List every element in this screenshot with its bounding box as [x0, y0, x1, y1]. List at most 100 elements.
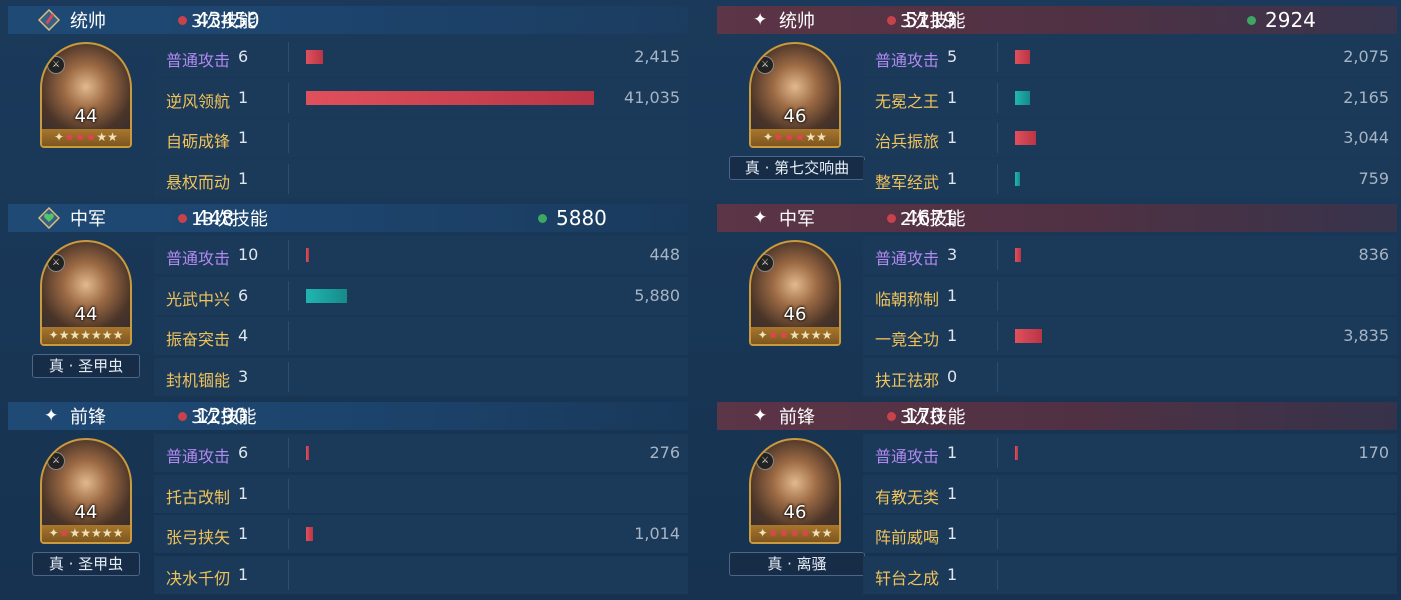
hero-portrait[interactable]: ⚔ 46 ✦★★★★★★ [749, 240, 841, 346]
row-divider [997, 123, 998, 153]
skill-row[interactable]: 普通攻击 6 276 [154, 434, 688, 472]
skill-name: 光武中兴 [166, 290, 231, 309]
skill-row[interactable]: 一竟全功 1 3,835 [863, 317, 1397, 355]
hero-class-icon: ⚔ [756, 56, 774, 74]
section-header: 中军 13次技能 448 5880 [8, 204, 688, 232]
skill-row[interactable]: 托古改制 1 [154, 475, 688, 513]
hero-level: 46 [783, 502, 807, 523]
skill-row[interactable]: 有教无类 1 [863, 475, 1397, 513]
hero-portrait[interactable]: ⚔ 44 ✦★★★★★★ [40, 240, 132, 346]
spark-icon: ✦ [44, 406, 59, 426]
damage-total: 448 [196, 206, 235, 230]
skill-uses: 1 [238, 128, 249, 147]
skill-value: 5,880 [634, 286, 680, 305]
skill-row[interactable]: 封机锢能 3 [154, 358, 688, 396]
skill-bar [1015, 50, 1030, 64]
right-section-2: ✦ 中军 2次技能 4671 ⚔ 46 ✦★★★★★★ 普通攻击 3 836 临朝称制 1 一竟全功 1 3… [717, 198, 1397, 396]
hero-level: 44 [74, 304, 98, 325]
damage-total: 5119 [905, 8, 956, 32]
hero-class-icon: ⚔ [756, 254, 774, 272]
skill-row[interactable]: 普通攻击 6 2,415 [154, 38, 688, 76]
skill-name: 整军经武 [875, 173, 940, 192]
role-label: 中军 [779, 209, 815, 230]
hero-equipment-tag[interactable]: 真 · 圣甲虫 [32, 354, 140, 378]
skill-row[interactable]: 光武中兴 6 5,880 [154, 277, 688, 315]
left-section-2: 中军 13次技能 448 5880 ⚔ 44 ✦★★★★★★ 真 · 圣甲虫 普通攻击 10 448… [8, 198, 688, 396]
damage-dot [887, 16, 896, 25]
skill-uses: 6 [238, 286, 249, 305]
skill-row[interactable]: 普通攻击 10 448 [154, 236, 688, 274]
skill-name: 自砺成锋 [166, 132, 231, 151]
skill-row[interactable]: 决水千仞 1 [154, 556, 688, 594]
left-section-1: 统帅 3次技能 43450 ⚔ 44 ✦★★★★★ 普通攻击 6 2,415 逆风领航 1 41,03… [8, 0, 688, 198]
skill-list: 普通攻击 6 2,415 逆风领航 1 41,035 自砺成锋 1 悬权而动 1 [154, 38, 688, 198]
skill-name: 无冕之王 [875, 92, 940, 111]
hero-class-icon: ⚔ [47, 452, 65, 470]
hero-portrait[interactable]: ⚔ 46 ✦★★★★★★ [749, 438, 841, 544]
skill-uses: 1 [238, 88, 249, 107]
skill-name: 振奋突击 [166, 330, 231, 349]
skill-row[interactable]: 振奋突击 4 [154, 317, 688, 355]
hero-class-icon: ⚔ [47, 56, 65, 74]
row-divider [997, 479, 998, 509]
skill-row[interactable]: 无冕之王 1 2,165 [863, 79, 1397, 117]
skill-row[interactable]: 普通攻击 1 170 [863, 434, 1397, 472]
hero-level: 46 [783, 106, 807, 127]
skill-name: 普通攻击 [875, 51, 940, 70]
skill-row[interactable]: 轩台之成 1 [863, 556, 1397, 594]
skill-row[interactable]: 普通攻击 3 836 [863, 236, 1397, 274]
skill-name: 封机锢能 [166, 371, 231, 390]
skill-row[interactable]: 治兵振旅 1 3,044 [863, 119, 1397, 157]
skill-row[interactable]: 悬权而动 1 [154, 160, 688, 198]
skill-row[interactable]: 普通攻击 5 2,075 [863, 38, 1397, 76]
skill-name: 扶正祛邪 [875, 371, 940, 390]
skill-uses: 1 [947, 169, 958, 188]
heal-dot [1247, 16, 1256, 25]
damage-total: 4671 [905, 206, 956, 230]
skill-uses: 1 [947, 286, 958, 305]
skill-name: 张弓挟矢 [166, 528, 231, 547]
section-header: ✦ 中军 2次技能 4671 [717, 204, 1397, 232]
hero-equipment-tag[interactable]: 真 · 第七交响曲 [729, 156, 865, 180]
skill-uses: 1 [238, 565, 249, 584]
hero-portrait[interactable]: ⚔ 44 ✦★★★★★★ [40, 438, 132, 544]
skill-row[interactable]: 张弓挟矢 1 1,014 [154, 515, 688, 553]
skill-row[interactable]: 整军经武 1 759 [863, 160, 1397, 198]
role-label: 中军 [70, 209, 106, 230]
role-label: 统帅 [70, 11, 106, 32]
hero-portrait[interactable]: ⚔ 44 ✦★★★★★ [40, 42, 132, 148]
skill-uses: 1 [238, 524, 249, 543]
row-divider [997, 519, 998, 549]
damage-dot [178, 412, 187, 421]
damage-dot [887, 214, 896, 223]
row-divider [997, 560, 998, 590]
hero-equipment-tag[interactable]: 真 · 离骚 [729, 552, 865, 576]
skill-value: 41,035 [624, 88, 680, 107]
skill-name: 普通攻击 [166, 249, 231, 268]
skill-name: 普通攻击 [166, 51, 231, 70]
skill-uses: 3 [238, 367, 249, 386]
damage-dot [178, 16, 187, 25]
skill-row[interactable]: 扶正祛邪 0 [863, 358, 1397, 396]
damage-total: 170 [905, 404, 944, 428]
hero-portrait[interactable]: ⚔ 46 ✦★★★★★ [749, 42, 841, 148]
skill-row[interactable]: 自砺成锋 1 [154, 119, 688, 157]
row-divider [997, 42, 998, 72]
skill-uses: 4 [238, 326, 249, 345]
skill-name: 阵前威喝 [875, 528, 940, 547]
skill-row[interactable]: 逆风领航 1 41,035 [154, 79, 688, 117]
heal-total: 2924 [1265, 8, 1316, 32]
spark-icon: ✦ [753, 10, 768, 30]
row-divider [288, 240, 289, 270]
role-label: 前锋 [779, 407, 815, 428]
row-divider [997, 438, 998, 468]
left-section-3: ✦ 前锋 3次技能 1290 ⚔ 44 ✦★★★★★★ 真 · 圣甲虫 普通攻击 6 276 托古改制… [8, 396, 688, 594]
skill-row[interactable]: 阵前威喝 1 [863, 515, 1397, 553]
skill-bar [306, 527, 313, 541]
skill-row[interactable]: 临朝称制 1 [863, 277, 1397, 315]
right-section-3: ✦ 前锋 3次技能 170 ⚔ 46 ✦★★★★★★ 真 · 离骚 普通攻击 1 170 有教无类 1 阵… [717, 396, 1397, 594]
skill-name: 托古改制 [166, 488, 231, 507]
skill-value: 759 [1358, 169, 1389, 188]
row-divider [288, 281, 289, 311]
hero-equipment-tag[interactable]: 真 · 圣甲虫 [32, 552, 140, 576]
